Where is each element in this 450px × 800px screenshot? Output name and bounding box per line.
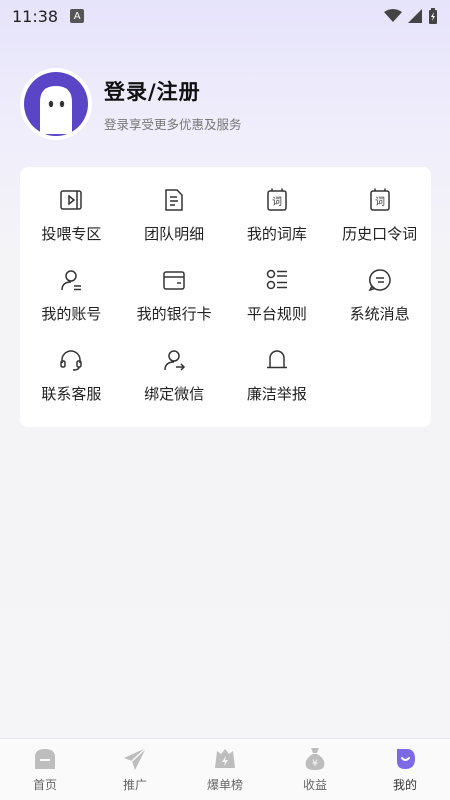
- notification-a-icon: A: [70, 9, 85, 23]
- tab-label: 爆单榜: [206, 778, 243, 792]
- headset-icon: [58, 347, 84, 373]
- home-icon: [32, 746, 58, 772]
- document-icon: [161, 187, 187, 213]
- menu-item-label: 平台规则: [246, 305, 307, 323]
- menu-item-my-word-bank[interactable]: 词 我的词库: [226, 187, 329, 244]
- menu-item-label: 投喂专区: [41, 225, 102, 243]
- function-grid: 投喂专区 团队明细 词 我的词库 词 历史口令词 我的账号 我的银行卡 平台规则…: [20, 167, 431, 404]
- status-indicators: [384, 8, 438, 24]
- menu-item-feed-zone[interactable]: 投喂专区: [20, 187, 123, 244]
- avatar[interactable]: [20, 68, 92, 140]
- status-time: 11:38: [12, 6, 59, 26]
- tab-label: 推广: [122, 778, 147, 792]
- tab-ranking[interactable]: 爆单榜: [180, 739, 270, 800]
- wifi-icon: [384, 9, 402, 22]
- svg-text:词: 词: [272, 196, 282, 208]
- tab-label: 我的: [392, 778, 417, 792]
- menu-item-integrity-report[interactable]: 廉洁举报: [226, 347, 329, 404]
- user-account-icon: [58, 267, 84, 293]
- ranking-icon: [212, 746, 238, 772]
- function-menu-card: 投喂专区 团队明细 词 我的词库 词 历史口令词 我的账号 我的银行卡 平台规则…: [20, 167, 431, 427]
- signal-icon: [408, 9, 422, 23]
- message-icon: [367, 267, 393, 293]
- menu-item-bind-wechat[interactable]: 绑定微信: [123, 347, 226, 404]
- bottom-tab-bar: 首页 推广 爆单榜 ¥ 收益 我的: [0, 738, 450, 800]
- bind-user-icon: [161, 347, 187, 373]
- tab-promote[interactable]: 推广: [90, 739, 180, 800]
- menu-item-contact-service[interactable]: 联系客服: [20, 347, 123, 404]
- battery-icon: [429, 8, 437, 24]
- send-icon: [122, 746, 148, 772]
- menu-item-label: 联系客服: [41, 385, 102, 403]
- word-book-icon: 词: [264, 187, 290, 213]
- menu-item-history-passwords[interactable]: 词 历史口令词: [328, 187, 431, 244]
- tab-label: 首页: [32, 778, 57, 792]
- login-register-link[interactable]: 登录/注册: [104, 76, 242, 106]
- menu-item-team-details[interactable]: 团队明细: [123, 187, 226, 244]
- login-subtitle: 登录享受更多优惠及服务: [104, 116, 242, 132]
- word-history-icon: 词: [367, 187, 393, 213]
- profile-text: 登录/注册 登录享受更多优惠及服务: [104, 76, 242, 133]
- bank-card-icon: [161, 267, 187, 293]
- profile-header[interactable]: 登录/注册 登录享受更多优惠及服务: [20, 68, 242, 140]
- svg-text:词: 词: [375, 196, 385, 208]
- menu-item-my-account[interactable]: 我的账号: [20, 267, 123, 324]
- tab-mine[interactable]: 我的: [360, 739, 450, 800]
- tab-home[interactable]: 首页: [0, 739, 90, 800]
- rules-list-icon: [264, 267, 290, 293]
- tab-label: 收益: [302, 778, 327, 792]
- menu-item-label: 我的银行卡: [136, 305, 212, 323]
- menu-item-label: 廉洁举报: [246, 385, 307, 403]
- menu-item-label: 系统消息: [349, 305, 410, 323]
- svg-text:¥: ¥: [312, 759, 318, 769]
- video-icon: [58, 187, 84, 213]
- menu-item-label: 我的词库: [246, 225, 307, 243]
- menu-item-my-bank-card[interactable]: 我的银行卡: [123, 267, 226, 324]
- money-bag-icon: ¥: [302, 746, 328, 772]
- status-bar: 11:38 A: [0, 0, 450, 32]
- ghost-avatar-icon: [24, 72, 88, 136]
- menu-item-system-messages[interactable]: 系统消息: [328, 267, 431, 324]
- menu-item-platform-rules[interactable]: 平台规则: [226, 267, 329, 324]
- bell-icon: [264, 347, 290, 373]
- menu-item-label: 绑定微信: [144, 385, 205, 403]
- menu-item-label: 我的账号: [41, 305, 102, 323]
- menu-item-label: 历史口令词: [342, 225, 418, 243]
- profile-icon: [392, 746, 418, 772]
- tab-earnings[interactable]: ¥ 收益: [270, 739, 360, 800]
- menu-item-label: 团队明细: [144, 225, 205, 243]
